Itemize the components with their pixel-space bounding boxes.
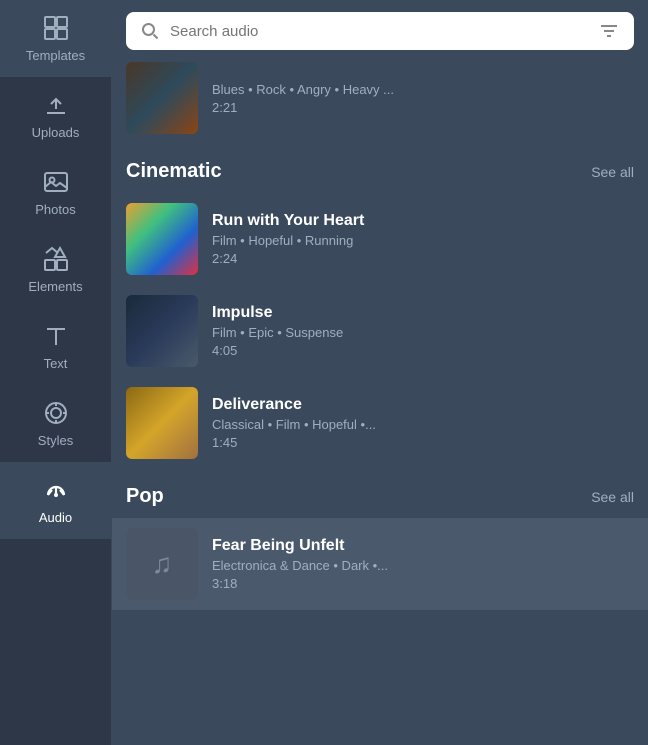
sidebar-item-audio[interactable]: Audio bbox=[0, 462, 111, 539]
music-info-impulse: Impulse Film • Epic • Suspense 4:05 bbox=[212, 304, 343, 358]
pop-title: Pop bbox=[126, 485, 164, 508]
album-art-deliverance bbox=[126, 387, 198, 459]
music-duration-deliverance: 1:45 bbox=[212, 435, 376, 450]
templates-icon bbox=[42, 14, 70, 42]
cinematic-title: Cinematic bbox=[126, 160, 222, 183]
music-title-impulse: Impulse bbox=[212, 304, 343, 322]
partial-tags: Blues • Rock • Angry • Heavy ... bbox=[212, 82, 394, 97]
partial-top-item[interactable]: Blues • Rock • Angry • Heavy ... 2:21 bbox=[112, 62, 648, 144]
text-icon bbox=[42, 322, 70, 350]
album-art-partial bbox=[126, 62, 198, 134]
audio-panel: Blues • Rock • Angry • Heavy ... 2:21 Ci… bbox=[112, 0, 648, 745]
sidebar-item-photos[interactable]: Photos bbox=[0, 154, 111, 231]
sidebar-item-styles[interactable]: Styles bbox=[0, 385, 111, 462]
uploads-icon bbox=[42, 91, 70, 119]
sidebar-item-text[interactable]: Text bbox=[0, 308, 111, 385]
album-art-impulse bbox=[126, 295, 198, 367]
pop-see-all[interactable]: See all bbox=[591, 489, 634, 505]
sidebar: Templates Uploads Photos Elements Text bbox=[0, 0, 112, 745]
sidebar-label-templates: Templates bbox=[26, 48, 85, 63]
music-item-fear-being-unfelt[interactable]: ♫ Fear Being Unfelt Electronica & Dance … bbox=[112, 518, 648, 610]
music-tags-impulse: Film • Epic • Suspense bbox=[212, 325, 343, 340]
music-title-run: Run with Your Heart bbox=[212, 212, 364, 230]
music-info-deliverance: Deliverance Classical • Film • Hopeful •… bbox=[212, 396, 376, 450]
music-info-partial: Blues • Rock • Angry • Heavy ... 2:21 bbox=[212, 82, 394, 115]
filter-button[interactable] bbox=[598, 20, 620, 42]
music-tags-run: Film • Hopeful • Running bbox=[212, 233, 364, 248]
search-input[interactable] bbox=[170, 23, 588, 40]
music-info-run-with-your-heart: Run with Your Heart Film • Hopeful • Run… bbox=[212, 212, 364, 266]
album-art-fear-being-unfelt: ♫ bbox=[126, 528, 198, 600]
music-note-icon: ♫ bbox=[152, 548, 173, 580]
audio-icon bbox=[42, 476, 70, 504]
partial-duration: 2:21 bbox=[212, 100, 394, 115]
styles-icon bbox=[42, 399, 70, 427]
music-item-run-with-your-heart[interactable]: Run with Your Heart Film • Hopeful • Run… bbox=[112, 193, 648, 285]
cinematic-see-all[interactable]: See all bbox=[591, 164, 634, 180]
search-wrapper bbox=[126, 12, 634, 50]
sidebar-label-elements: Elements bbox=[28, 279, 82, 294]
elements-icon bbox=[42, 245, 70, 273]
music-info-fear: Fear Being Unfelt Electronica & Dance • … bbox=[212, 537, 388, 591]
sidebar-label-uploads: Uploads bbox=[32, 125, 80, 140]
music-item-deliverance[interactable]: Deliverance Classical • Film • Hopeful •… bbox=[112, 377, 648, 469]
photos-icon bbox=[42, 168, 70, 196]
music-title-fear: Fear Being Unfelt bbox=[212, 537, 388, 555]
music-title-deliverance: Deliverance bbox=[212, 396, 376, 414]
music-tags-deliverance: Classical • Film • Hopeful •... bbox=[212, 417, 376, 432]
filter-icon bbox=[598, 20, 620, 42]
pop-section-header: Pop See all bbox=[112, 469, 648, 518]
search-icon bbox=[140, 21, 160, 41]
sidebar-item-elements[interactable]: Elements bbox=[0, 231, 111, 308]
music-duration-impulse: 4:05 bbox=[212, 343, 343, 358]
music-duration-run: 2:24 bbox=[212, 251, 364, 266]
sidebar-label-text: Text bbox=[44, 356, 68, 371]
sidebar-item-uploads[interactable]: Uploads bbox=[0, 77, 111, 154]
search-bar bbox=[112, 0, 648, 62]
cinematic-section-header: Cinematic See all bbox=[112, 144, 648, 193]
music-duration-fear: 3:18 bbox=[212, 576, 388, 591]
sidebar-label-audio: Audio bbox=[39, 510, 72, 525]
sidebar-label-styles: Styles bbox=[38, 433, 73, 448]
music-tags-fear: Electronica & Dance • Dark •... bbox=[212, 558, 388, 573]
sidebar-item-templates[interactable]: Templates bbox=[0, 0, 111, 77]
music-item-impulse[interactable]: Impulse Film • Epic • Suspense 4:05 bbox=[112, 285, 648, 377]
sidebar-label-photos: Photos bbox=[35, 202, 75, 217]
album-art-run-with-your-heart bbox=[126, 203, 198, 275]
